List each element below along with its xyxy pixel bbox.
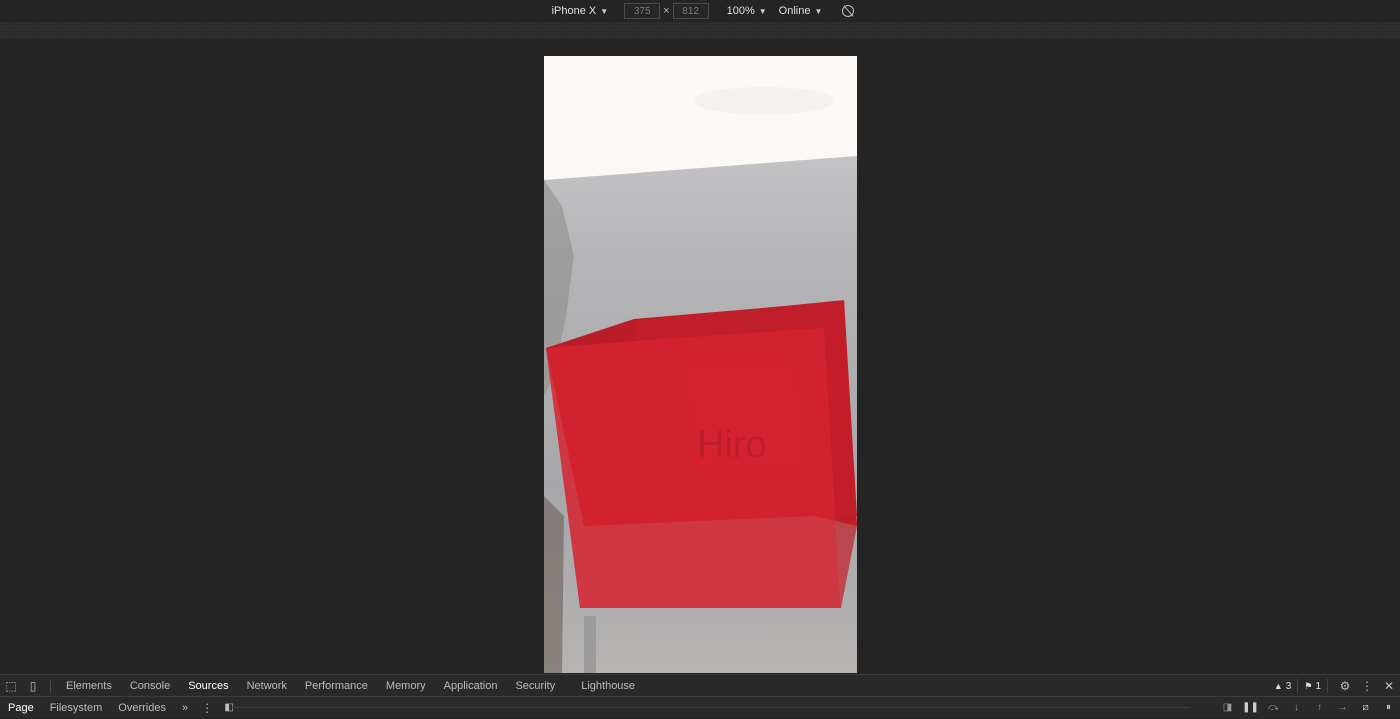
devtools-tabbar: ⬚ ▯ Elements Console Sources Network Per… xyxy=(0,675,1400,697)
warnings-count: 3 xyxy=(1285,680,1292,692)
tab-console[interactable]: Console xyxy=(121,675,179,697)
camera-feed: Hiro xyxy=(544,56,857,673)
tab-network[interactable]: Network xyxy=(238,675,296,697)
rotate-icon[interactable] xyxy=(842,5,855,17)
emulated-viewport: Hiro xyxy=(0,38,1400,674)
more-options-icon[interactable]: ⋮ xyxy=(196,697,218,719)
media-query-bar[interactable] xyxy=(0,22,1400,38)
devtools-panel: ⬚ ▯ Elements Console Sources Network Per… xyxy=(0,674,1400,718)
device-name: iPhone X xyxy=(551,5,597,17)
divider xyxy=(50,678,51,693)
tab-performance[interactable]: Performance xyxy=(296,675,377,697)
issues-count: 1 xyxy=(1315,680,1321,692)
chevron-down-icon: ▼ xyxy=(600,6,609,16)
warnings-badge[interactable]: ▲ 3 xyxy=(1268,679,1299,693)
zoom-value: 100% xyxy=(726,5,755,17)
sources-navigator-bar: Page Filesystem Overrides » ⋮ ◧ ◨ ❚❚ ⤼ ↓… xyxy=(0,697,1400,718)
step-over-icon[interactable]: ⤼ xyxy=(1262,697,1285,718)
device-toggle-icon[interactable]: ▯ xyxy=(22,675,44,697)
subtab-filesystem[interactable]: Filesystem xyxy=(42,702,111,714)
zoom-select[interactable]: 100% ▼ xyxy=(727,5,767,17)
tab-sources[interactable]: Sources xyxy=(179,675,237,697)
height-input[interactable] xyxy=(672,3,709,19)
flag-icon: ⚑ xyxy=(1304,680,1313,691)
toggle-debugger-icon[interactable]: ◨ xyxy=(1216,697,1239,718)
tab-elements[interactable]: Elements xyxy=(57,675,121,697)
subtab-page[interactable]: Page xyxy=(0,702,42,714)
step-into-icon[interactable]: ↓ xyxy=(1285,697,1308,718)
divider xyxy=(232,707,1190,708)
step-icon[interactable]: → xyxy=(1331,697,1354,718)
more-tabs-icon[interactable]: » xyxy=(174,702,196,714)
tab-application[interactable]: Application xyxy=(435,675,507,697)
deactivate-breakpoints-icon[interactable]: ⧄ xyxy=(1354,697,1377,718)
device-select[interactable]: iPhone X ▼ xyxy=(552,5,609,17)
chevron-down-icon: ▼ xyxy=(758,6,767,16)
warning-icon: ▲ xyxy=(1273,681,1283,691)
gear-icon[interactable]: ⚙ xyxy=(1334,675,1356,697)
tab-lighthouse[interactable]: Lighthouse xyxy=(572,675,644,697)
width-input[interactable] xyxy=(624,3,661,19)
issues-badge[interactable]: ⚑ 1 xyxy=(1298,679,1328,693)
network-select[interactable]: Online ▼ xyxy=(779,5,823,17)
close-icon[interactable]: ✕ xyxy=(1378,675,1400,697)
tab-memory[interactable]: Memory xyxy=(377,675,435,697)
chevron-down-icon: ▼ xyxy=(814,6,823,16)
pause-icon[interactable]: ❚❚ xyxy=(1239,697,1262,718)
hiro-marker-text: Hiro xyxy=(697,424,767,466)
subtab-overrides[interactable]: Overrides xyxy=(110,702,174,714)
step-out-icon[interactable]: ↑ xyxy=(1308,697,1331,718)
dimension-separator: × xyxy=(663,5,670,17)
inspect-element-icon[interactable]: ⬚ xyxy=(0,675,22,697)
tab-security[interactable]: Security xyxy=(506,675,564,697)
device-toolbar: iPhone X ▼ × 100% ▼ Online ▼ xyxy=(0,0,1400,22)
cube-front-face xyxy=(546,328,841,608)
more-options-icon[interactable]: ⋮ xyxy=(1356,675,1378,697)
network-value: Online xyxy=(778,5,811,17)
pause-on-exceptions-icon[interactable]: ⏸ xyxy=(1377,697,1400,718)
device-screen[interactable]: Hiro xyxy=(544,56,857,673)
